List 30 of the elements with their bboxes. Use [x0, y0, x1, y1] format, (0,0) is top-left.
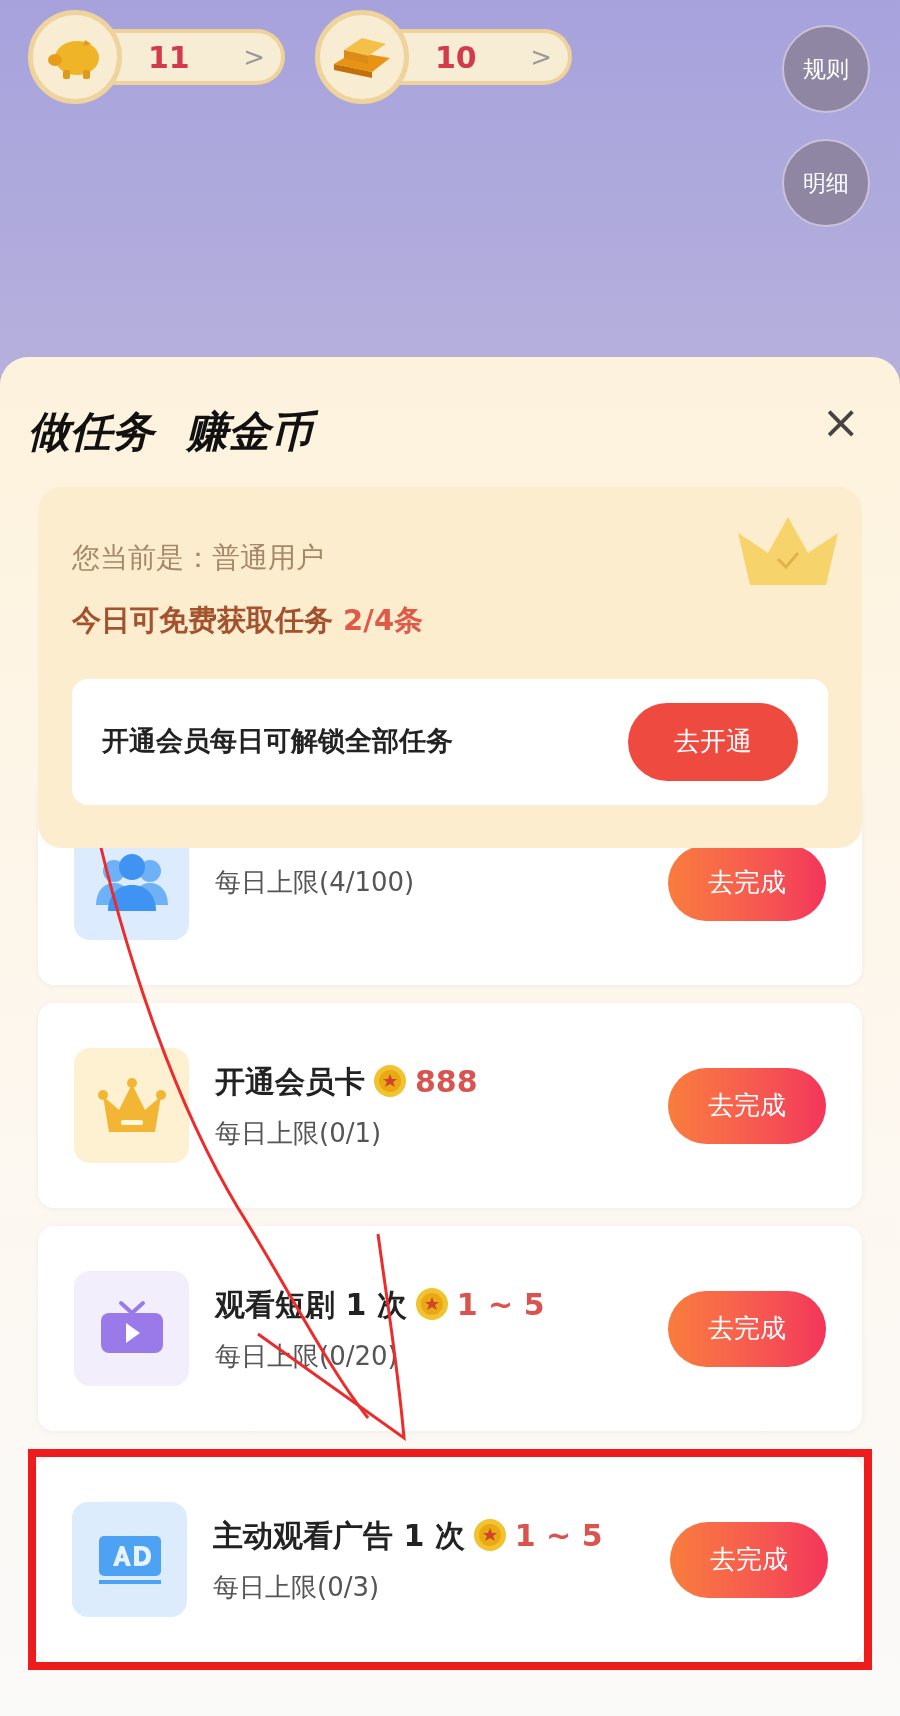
promo-text: 开通会员每日可解锁全部任务 — [102, 724, 453, 759]
free-task-quota: 今日可免费获取任务 2/4条 — [72, 602, 425, 639]
task-title: 开通会员卡 — [215, 1062, 365, 1101]
balance-value: 11 — [148, 38, 190, 77]
side-round-button[interactable]: 规则 — [782, 25, 870, 113]
complete-button[interactable]: 去完成 — [668, 1067, 826, 1144]
complete-button[interactable]: 去完成 — [668, 1290, 826, 1367]
close-button[interactable]: × — [821, 399, 860, 445]
side-round-button[interactable]: 明细 — [782, 139, 870, 227]
chevron-icon: > — [530, 37, 552, 77]
task-title: 主动观看广告 1 次 — [213, 1516, 465, 1555]
complete-button[interactable]: 去完成 — [670, 1521, 828, 1598]
reward-amount: 1 ~ 5 — [514, 1516, 603, 1555]
reward-amount: 1 ~ 5 — [456, 1285, 545, 1324]
coin-icon — [472, 1518, 507, 1552]
daily-limit: 每日上限(0/1) — [215, 1116, 383, 1150]
member-status: 您当前是：普通用户 — [72, 540, 325, 576]
coin-icon — [373, 1064, 407, 1098]
sheet-title: 赚金币 — [186, 404, 322, 460]
coin-icon — [414, 1287, 449, 1321]
activate-button[interactable]: 去开通 — [628, 702, 798, 781]
tv-play-icon — [74, 1271, 189, 1386]
ad-screen-icon — [72, 1502, 187, 1617]
chevron-icon: > — [243, 37, 265, 77]
balance-value: 10 — [435, 38, 477, 77]
daily-limit: 每日上限(0/3) — [213, 1570, 381, 1604]
sheet-title: 做任务 — [28, 404, 164, 460]
daily-limit: 每日上限(4/100) — [215, 866, 416, 899]
crown-icon — [74, 1048, 189, 1163]
reward-amount: 888 — [415, 1062, 478, 1101]
